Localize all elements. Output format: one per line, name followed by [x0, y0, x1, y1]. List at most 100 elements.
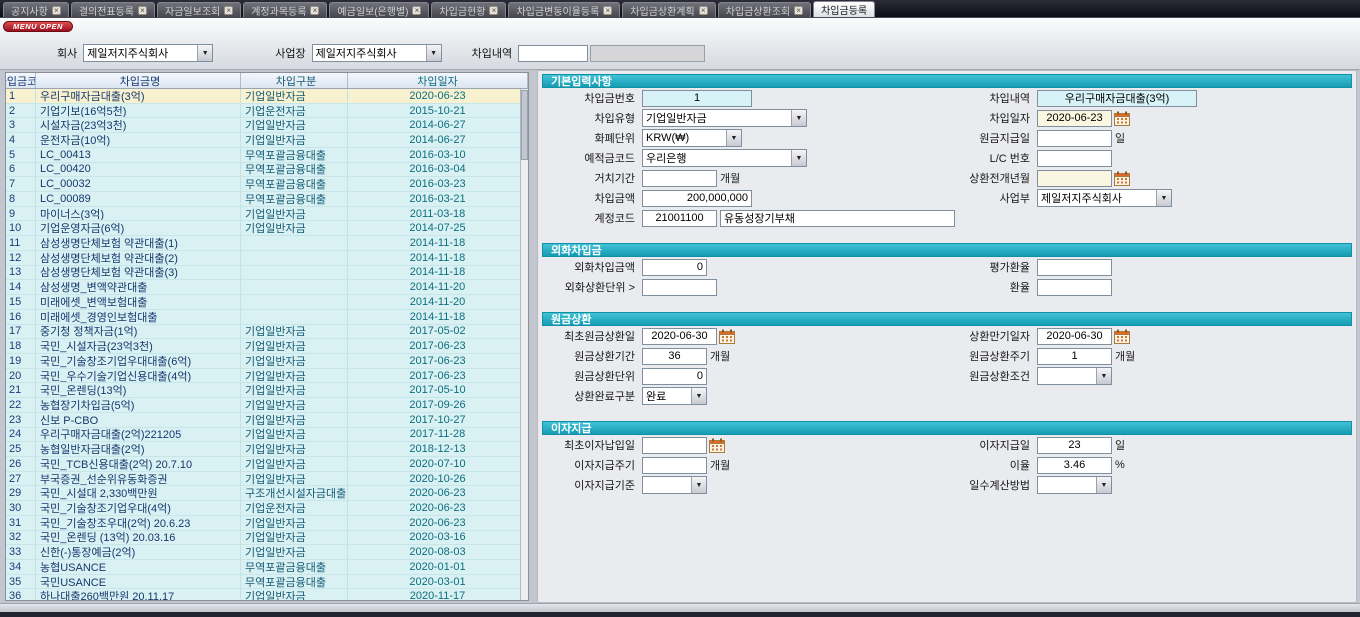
tab-close-icon[interactable]: × [412, 6, 421, 15]
calendar-icon[interactable] [1114, 111, 1130, 126]
table-row[interactable]: 31국민_기술창조우대(2억) 20.6.23기업일반자금2020-06-23 [6, 516, 528, 531]
rollover-month-input[interactable] [1037, 170, 1112, 187]
fx-unit-input[interactable] [642, 279, 717, 296]
loan-date-input[interactable] [1037, 110, 1112, 127]
table-row[interactable]: 11삼성생명단체보험 약관대출(1)2014-11-18 [6, 236, 528, 251]
scrollbar-thumb[interactable] [521, 90, 528, 160]
repay-condition-select[interactable]: ▼ [1037, 367, 1112, 385]
site-select[interactable]: 제일저지주식회사 ▼ [312, 44, 442, 62]
table-scrollbar[interactable] [520, 89, 528, 600]
loan-amount-input[interactable] [642, 190, 752, 207]
tab-4[interactable]: 계정과목등록× [243, 2, 327, 17]
table-row[interactable]: 18국민_시설자금(23억3천)기업일반자금2017-06-23 [6, 339, 528, 354]
tab-close-icon[interactable]: × [699, 6, 708, 15]
table-row[interactable]: 29국민_시설대 2,330백만원구조개선시설자금대출2020-06-23 [6, 486, 528, 501]
table-row[interactable]: 21국민_온렌딩(13억)기업일반자금2017-05-10 [6, 383, 528, 398]
table-row[interactable]: 6LC_00420무역포괄금융대출2016-03-04 [6, 163, 528, 178]
tab-6[interactable]: 차입금현황× [431, 2, 506, 17]
table-row[interactable]: 3시설자금(23억3천)기업일반자금2014-06-27 [6, 118, 528, 133]
day-count-select[interactable]: ▼ [1037, 476, 1112, 494]
tab-close-icon[interactable]: × [52, 6, 61, 15]
loan-type-select[interactable]: 기업일반자금 ▼ [642, 109, 807, 127]
interest-cycle-input[interactable] [642, 457, 707, 474]
repay-complete-select[interactable]: 완료 ▼ [642, 387, 707, 405]
tab-7[interactable]: 차입금변동이율등록× [508, 2, 620, 17]
repay-period-input[interactable] [642, 348, 707, 365]
table-row[interactable]: 19국민_기술창조기업우대대출(6억)기업일반자금2017-06-23 [6, 354, 528, 369]
table-row[interactable]: 24우리구매자금대출(2억)221205기업일반자금2017-11-28 [6, 428, 528, 443]
interest-pay-day-input[interactable] [1037, 437, 1112, 454]
tab-3[interactable]: 자금일보조회× [157, 2, 241, 17]
table-row[interactable]: 35국민USANCE무역포괄금융대출2020-03-01 [6, 575, 528, 590]
tab-close-icon[interactable]: × [603, 6, 612, 15]
loan-no-input[interactable] [642, 90, 752, 107]
table-row[interactable]: 10기업운영자금(6억)기업일반자금2014-07-25 [6, 221, 528, 236]
loan-desc-input[interactable] [1037, 90, 1197, 107]
tab-close-icon[interactable]: × [794, 6, 803, 15]
column-header-loan-date[interactable]: 차입일자 [348, 73, 528, 88]
table-row[interactable]: 25농협일반자금대출(2억)기업일반자금2018-12-13 [6, 442, 528, 457]
table-row[interactable]: 9마이너스(3억)기업일반자금2011-03-18 [6, 207, 528, 222]
exchange-rate-input[interactable] [1037, 279, 1112, 296]
table-row[interactable]: 34농협USANCE무역포괄금융대출2020-01-01 [6, 560, 528, 575]
calendar-icon[interactable] [1114, 329, 1130, 344]
table-row[interactable]: 15미래에셋_변액보험대출2014-11-20 [6, 295, 528, 310]
table-row[interactable]: 1우리구매자금대출(3억)기업일반자금2020-06-23 [6, 89, 528, 104]
account-name-input[interactable] [720, 210, 955, 227]
first-principal-date-input[interactable] [642, 328, 717, 345]
table-row[interactable]: 22농협장기차입금(5억)기업일반자금2017-09-26 [6, 398, 528, 413]
eval-rate-input[interactable] [1037, 259, 1112, 276]
table-row[interactable]: 7LC_00032무역포괄금융대출2016-03-23 [6, 177, 528, 192]
table-row[interactable]: 12삼성생명단체보험 약관대출(2)2014-11-18 [6, 251, 528, 266]
interest-basis-select[interactable]: ▼ [642, 476, 707, 494]
division-select[interactable]: 제일저지주식회사 ▼ [1037, 189, 1172, 207]
table-row[interactable]: 14삼성생명_변액약관대출2014-11-20 [6, 280, 528, 295]
table-row[interactable]: 20국민_우수기술기업신용대출(4억)기업일반자금2017-06-23 [6, 369, 528, 384]
tab-1[interactable]: 공지사항× [3, 2, 69, 17]
grace-period-input[interactable] [642, 170, 717, 187]
table-row[interactable]: 32국민_온렌딩 (13억) 20.03.16기업일반자금2020-03-16 [6, 531, 528, 546]
table-row[interactable]: 2기업기보(16억5천)기업운전자금2015-10-21 [6, 104, 528, 119]
repay-cycle-input[interactable] [1037, 348, 1112, 365]
table-row[interactable]: 33신한(-)통장예금(2억)기업일반자금2020-08-03 [6, 545, 528, 560]
table-row[interactable]: 27부국증권_선순위유동화증권기업일반자금2020-10-26 [6, 472, 528, 487]
column-header-loan-name[interactable]: 차입금명 [36, 73, 241, 88]
table-row[interactable]: 30국민_기술창조기업우대(4억)기업운전자금2020-06-23 [6, 501, 528, 516]
loan-desc-filter-input[interactable] [518, 45, 588, 62]
tab-5[interactable]: 예금일보(은행별)× [329, 2, 429, 17]
tab-2[interactable]: 결의전표등록× [71, 2, 155, 17]
menu-open-button[interactable]: MENU OPEN [3, 21, 73, 32]
repay-unit-input[interactable] [642, 368, 707, 385]
tab-close-icon[interactable]: × [224, 6, 233, 15]
tab-close-icon[interactable]: × [310, 6, 319, 15]
first-interest-date-input[interactable] [642, 437, 707, 454]
calendar-icon[interactable] [1114, 171, 1130, 186]
deposit-code-select[interactable]: 우리은행 ▼ [642, 149, 807, 167]
calendar-icon[interactable] [719, 329, 735, 344]
table-row[interactable]: 8LC_00089무역포괄금융대출2016-03-21 [6, 192, 528, 207]
table-row[interactable]: 4운전자금(10억)기업일반자금2014-06-27 [6, 133, 528, 148]
table-row[interactable]: 23신보 P-CBO기업일반자금2017-10-27 [6, 413, 528, 428]
tab-close-icon[interactable]: × [138, 6, 147, 15]
table-row[interactable]: 13삼성생명단체보험 약관대출(3)2014-11-18 [6, 266, 528, 281]
tab-10[interactable]: 차입금등록 [813, 1, 875, 17]
table-row[interactable]: 5LC_00413무역포괄금융대출2016-03-10 [6, 148, 528, 163]
table-row[interactable]: 17중기청 정책자금(1억)기업일반자금2017-05-02 [6, 325, 528, 340]
tab-8[interactable]: 차입금상환계획× [622, 2, 715, 17]
company-select[interactable]: 제일저지주식회사 ▼ [83, 44, 213, 62]
tab-9[interactable]: 차입금상환조회× [718, 2, 811, 17]
column-header-loan-type[interactable]: 차입구분 [241, 73, 348, 88]
fx-amount-input[interactable] [642, 259, 707, 276]
principal-pay-day-input[interactable] [1037, 130, 1112, 147]
column-header-loan-code[interactable]: 차입금코드 [6, 73, 36, 88]
interest-rate-input[interactable] [1037, 457, 1112, 474]
maturity-date-input[interactable] [1037, 328, 1112, 345]
tab-close-icon[interactable]: × [489, 6, 498, 15]
account-code-input[interactable] [642, 210, 717, 227]
calendar-icon[interactable] [709, 438, 725, 453]
table-row[interactable]: 36하나대출260백만원 20.11.17기업일반자금2020-11-17 [6, 589, 528, 600]
table-row[interactable]: 16미래에셋_경영인보험대출2014-11-18 [6, 310, 528, 325]
lc-number-input[interactable] [1037, 150, 1112, 167]
table-row[interactable]: 26국민_TCB신용대출(2억) 20.7.10기업일반자금2020-07-10 [6, 457, 528, 472]
currency-select[interactable]: KRW(₩) ▼ [642, 129, 742, 147]
